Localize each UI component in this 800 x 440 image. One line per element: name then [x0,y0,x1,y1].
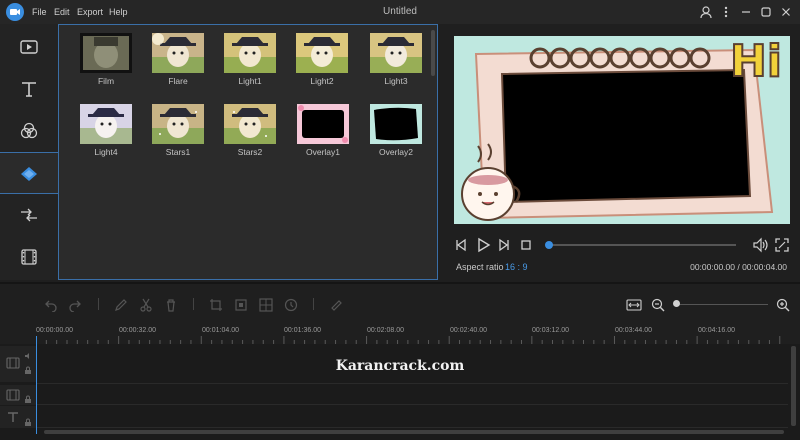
undo-icon[interactable] [44,298,58,313]
effect-thumb-light1[interactable] [224,33,276,73]
tracks-horizontal-scrollbar[interactable] [44,430,784,434]
nav-overlays[interactable] [0,152,60,194]
overlay-track-icon [6,389,20,401]
effect-thumb-overlay1[interactable] [297,104,349,144]
text-icon [22,82,36,97]
account-icon[interactable] [698,4,714,20]
filters-icon [20,122,38,139]
effect-label-overlay2: Overlay2 [378,147,413,157]
ruler-label: 00:04:16.00 [698,327,735,334]
voiceover-icon[interactable] [330,298,344,312]
text-track-icon [8,412,18,422]
playback-progress-track[interactable] [548,244,736,246]
nav-transitions[interactable] [0,194,58,236]
effect-thumb-light4[interactable] [80,104,132,144]
preview-canvas: Hi [454,36,790,224]
next-frame-icon[interactable] [497,238,511,254]
ruler-ticks [36,336,781,344]
delete-icon[interactable] [164,298,178,312]
duration-icon[interactable] [284,298,298,312]
effect-thumb-light2[interactable] [296,33,348,73]
aspect-ratio-value[interactable]: 16 : 9 [505,262,528,272]
ruler-label: 00:00:32.00 [119,327,156,334]
zoom-frame-icon[interactable] [234,298,248,312]
time-readout: 00:00:00.00 / 00:00:04.00 [690,262,787,272]
fit-timeline-icon[interactable] [626,298,642,312]
overlays-icon [21,167,37,181]
aspect-ratio-label: Aspect ratio [456,262,504,272]
stop-icon[interactable] [519,238,533,254]
zoom-slider-track[interactable] [676,304,768,305]
film-icon [21,249,37,265]
tracks-vertical-scrollbar[interactable] [791,346,796,426]
effects-scrollbar[interactable] [431,30,435,76]
ruler-label: 00:01:36.00 [284,327,321,334]
effect-label-film: Film [97,76,115,86]
crop-icon[interactable] [209,298,223,312]
effect-label-light1: Light1 [238,76,262,86]
app-logo-icon [6,3,24,21]
more-options-icon[interactable] [718,4,734,20]
minimize-icon[interactable] [738,4,754,20]
playhead[interactable] [36,336,37,434]
ruler-label: 00:03:12.00 [532,327,569,334]
edit-pen-icon[interactable] [114,298,128,312]
menu-file[interactable]: File [32,7,47,17]
fullscreen-icon[interactable] [774,237,790,255]
cut-icon[interactable] [139,298,153,312]
effect-label-light4: Light4 [94,147,118,157]
effect-label-stars2: Stars2 [237,147,263,157]
effect-label-stars1: Stars1 [165,147,191,157]
play-icon[interactable] [475,237,491,255]
zoom-in-icon[interactable] [776,298,790,312]
toolbar-separator [193,298,194,310]
zoom-slider-knob[interactable] [673,300,680,307]
ruler-label: 00:02:08.00 [367,327,404,334]
media-icon [20,40,38,54]
transitions-icon [21,208,37,222]
effect-thumb-stars2[interactable] [224,104,276,144]
effect-thumb-overlay2[interactable] [370,104,422,144]
prev-frame-icon[interactable] [454,238,468,254]
nav-filters[interactable] [0,110,58,152]
overlay-track-header [0,385,36,405]
nav-text[interactable] [0,68,58,110]
watermark-text: Karancrack.com [335,358,465,374]
lock-icon[interactable] [24,418,32,426]
redo-icon[interactable] [68,298,82,313]
text-track[interactable] [36,406,788,428]
effect-thumb-stars1[interactable] [152,104,204,144]
title-bar: File Edit Export Help Untitled [0,0,800,24]
left-nav [0,24,60,280]
menu-help[interactable]: Help [109,7,128,17]
ruler-label: 00:01:04.00 [202,327,239,334]
nav-film[interactable] [0,236,58,278]
nav-media[interactable] [0,26,58,68]
ruler-label: 00:02:40.00 [450,327,487,334]
toolbar-separator [313,298,314,310]
volume-icon[interactable] [752,237,768,255]
effect-label-overlay1: Overlay1 [305,147,340,157]
effect-label-light3: Light3 [384,76,408,86]
lock-icon[interactable] [24,395,32,403]
effect-thumb-flare[interactable] [152,33,204,73]
menu-export[interactable]: Export [77,7,103,17]
zoom-out-icon[interactable] [651,298,665,312]
mosaic-icon[interactable] [259,298,273,312]
overlay-hi-text: Hi [729,36,783,88]
maximize-icon[interactable] [758,4,774,20]
text-track-header [0,406,36,428]
menu-edit[interactable]: Edit [54,7,70,17]
close-icon[interactable] [778,4,794,20]
ruler-label: 00:00:00.00 [36,327,73,334]
toolbar-separator [98,298,99,310]
playback-progress-knob[interactable] [545,241,553,249]
ruler-label: 00:03:44.00 [615,327,652,334]
effect-label-light2: Light2 [310,76,334,86]
overlay-track[interactable] [36,385,788,405]
effect-thumb-light3[interactable] [370,33,422,73]
effect-label-flare: Flare [168,76,188,86]
effect-thumb-film[interactable] [80,33,132,73]
